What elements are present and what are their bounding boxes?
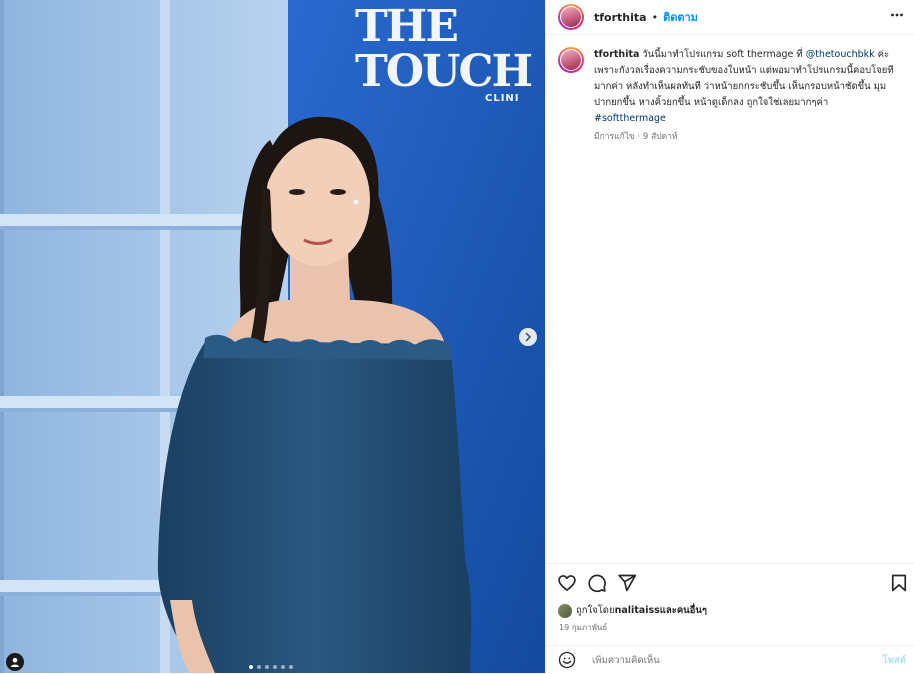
bookmark-icon: [891, 574, 907, 592]
photo-scene: [0, 0, 545, 673]
post-photo[interactable]: THE TOUCH CLINI: [0, 0, 545, 673]
liker-avatar: [558, 603, 572, 618]
post-comment-button[interactable]: โพสต์: [883, 653, 906, 668]
share-button[interactable]: [617, 573, 637, 593]
emoji-icon[interactable]: [558, 651, 576, 669]
caption-hashtag-link[interactable]: #softthermage: [594, 113, 666, 124]
post-header: tforthita • ติดตาม: [546, 0, 914, 35]
heart-icon: [558, 575, 576, 591]
user-tag-icon: [10, 657, 20, 667]
caption-avatar[interactable]: [558, 47, 584, 73]
follow-button[interactable]: ติดตาม: [663, 8, 698, 26]
caption-meta: มีการแก้ไข · 9 สัปดาห์: [594, 132, 678, 142]
caption-body: tforthita วันนี้มาทำโปรแกรม soft thermag…: [594, 47, 894, 145]
chevron-right-icon: [525, 332, 532, 342]
comment-bar: โพสต์: [546, 645, 914, 674]
post-details-panel: tforthita • ติดตาม tforthita วันนี้มาทำโ…: [545, 0, 914, 673]
carousel-dot: [289, 665, 293, 669]
avatar[interactable]: [558, 4, 584, 30]
share-icon: [618, 574, 637, 592]
save-button[interactable]: [889, 573, 909, 593]
carousel-dots: [249, 665, 293, 669]
likes-summary[interactable]: ถูกใจโดย nalitaiss และคนอื่นๆ: [558, 603, 707, 618]
carousel-dot: [249, 665, 253, 669]
comment-input[interactable]: [590, 653, 844, 667]
caption-text-1: วันนี้มาทำโปรแกรม soft thermage ที่: [639, 49, 806, 60]
clinic-logo-line1: THE: [355, 1, 459, 52]
caption-mention-link[interactable]: @thetouchbkk: [806, 49, 875, 60]
clinic-logo-line2: TOUCH: [355, 46, 533, 97]
avatar-image: [561, 7, 581, 27]
carousel-dot: [273, 665, 277, 669]
comment-button[interactable]: [587, 573, 607, 593]
header-username[interactable]: tforthita: [594, 11, 647, 24]
clinic-logo: THE TOUCH CLINI: [355, 1, 533, 104]
likes-prefix: ถูกใจโดย: [576, 605, 615, 616]
carousel-dot: [265, 665, 269, 669]
carousel-dot: [281, 665, 285, 669]
post-date[interactable]: 19 กุมภาพันธ์: [559, 621, 607, 634]
likes-user[interactable]: nalitaiss: [615, 605, 660, 616]
tagged-users-button[interactable]: [6, 653, 24, 671]
avatar-image: [561, 50, 581, 70]
like-button[interactable]: [557, 573, 577, 593]
carousel-dot: [257, 665, 261, 669]
caption-username[interactable]: tforthita: [594, 49, 639, 60]
comment-icon: [588, 574, 606, 593]
carousel-next-button[interactable]: [519, 328, 537, 346]
more-icon: [891, 13, 903, 17]
more-options-button[interactable]: [890, 8, 904, 26]
post-actions: [546, 563, 914, 602]
clinic-logo-line3: CLINI: [485, 93, 520, 104]
likes-suffix[interactable]: และคนอื่นๆ: [660, 603, 707, 618]
header-separator: •: [651, 10, 659, 24]
post-caption: tforthita วันนี้มาทำโปรแกรม soft thermag…: [558, 47, 908, 145]
